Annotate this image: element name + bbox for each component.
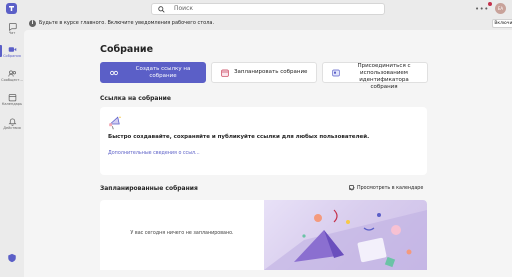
title-bar: Поиск ••• EA: [0, 0, 512, 17]
rail-item-communities[interactable]: Сообщест...: [0, 69, 24, 83]
teams-logo-icon: [6, 3, 17, 14]
scheduled-meetings-heading: Запланированные собрания: [100, 185, 198, 192]
empty-schedule-text: У вас сегодня ничего не запланировано.: [130, 231, 234, 236]
rail-item-label: Действия: [3, 126, 21, 130]
schedule-meeting-button[interactable]: Запланировать собрание: [211, 62, 317, 83]
notification-banner: i Будьте в курсе главного. Включите увед…: [24, 17, 512, 30]
rail-item-label: Собрания: [3, 54, 21, 58]
chat-icon: [8, 23, 17, 31]
create-meeting-link-label: Создать ссылку на собрание: [135, 66, 191, 79]
rail-item-activity[interactable]: Действия: [0, 117, 24, 131]
page-title: Собрание: [100, 44, 154, 55]
scheduled-meetings-card: У вас сегодня ничего не запланировано.: [100, 200, 427, 270]
search-input[interactable]: Поиск: [151, 3, 385, 15]
get-app-button[interactable]: [7, 248, 17, 267]
calendar-icon: [8, 94, 16, 102]
view-in-calendar-toggle[interactable]: Просмотреть в календаре: [349, 185, 423, 192]
rail-item-label: Календарь: [1, 102, 23, 106]
avatar[interactable]: EA: [495, 3, 506, 14]
meeting-links-heading: Ссылка на собрание: [100, 95, 171, 102]
shield-icon: [8, 253, 16, 263]
meeting-link-description: Быстро создавайте, сохраняйте и публикуй…: [108, 134, 370, 140]
calendar-icon: [221, 69, 229, 77]
celebration-illustration: [264, 200, 427, 270]
banner-text: Будьте в курсе главного. Включите уведом…: [39, 20, 215, 26]
learn-more-link[interactable]: Дополнительные сведения о ссыл...: [108, 151, 200, 157]
search-icon: [158, 6, 165, 13]
link-icon: [110, 70, 118, 76]
schedule-meeting-label: Запланировать собрание: [234, 69, 308, 75]
rail-item-calendar[interactable]: Календарь: [0, 93, 24, 107]
create-meeting-link-button[interactable]: Создать ссылку на собрание: [100, 62, 206, 83]
app-rail: Чат Собрания Сообщест... Календарь Дейст…: [0, 17, 24, 277]
join-with-id-button[interactable]: Присоединиться с использованием идентифи…: [322, 62, 428, 90]
rail-item-meetings[interactable]: Собрания: [0, 45, 24, 59]
info-icon: i: [29, 20, 36, 27]
communities-icon: [7, 70, 16, 77]
video-icon: [8, 47, 16, 52]
party-illustration: [264, 209, 427, 270]
id-icon: [332, 69, 340, 77]
enable-notifications-button[interactable]: Включить: [492, 19, 512, 28]
megaphone-icon: [109, 116, 121, 130]
search-placeholder: Поиск: [174, 5, 194, 12]
rail-item-label: Сообщест...: [1, 78, 23, 82]
view-in-calendar-label: Просмотреть в календаре: [357, 186, 424, 191]
rail-item-chat[interactable]: Чат: [0, 22, 24, 36]
meeting-link-card: Быстро создавайте, сохраняйте и публикуй…: [100, 107, 427, 175]
rail-item-label: Чат: [8, 31, 16, 35]
checkbox-icon: [349, 185, 354, 190]
join-with-id-label: Присоединиться с использованием идентифи…: [357, 63, 411, 90]
notification-dot: [488, 2, 492, 6]
bell-icon: [8, 118, 16, 126]
more-options-button[interactable]: •••: [475, 6, 489, 13]
